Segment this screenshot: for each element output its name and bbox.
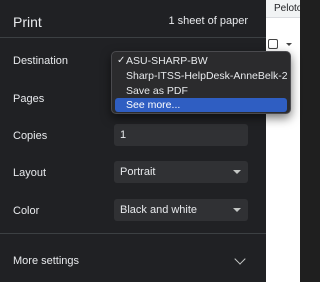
layout-select[interactable]: Portrait — [114, 161, 248, 183]
destination-label: Destination — [13, 55, 69, 67]
print-title: Print — [13, 14, 42, 30]
sheet-count: 1 sheet of paper — [168, 15, 248, 27]
menu-item-sharp-itss-helpdesk[interactable]: Sharp-ITSS-HelpDesk-AnneBelk-216 — [115, 69, 287, 83]
more-settings-toggle[interactable]: More settings — [13, 255, 79, 267]
destination-dropdown-menu: ✓ ASU-SHARP-BW Sharp-ITSS-HelpDesk-AnneB… — [111, 51, 291, 114]
chevron-down-icon — [233, 208, 241, 212]
menu-item-label: Sharp-ITSS-HelpDesk-AnneBelk-216 — [126, 70, 287, 82]
checkmark-icon: ✓ — [117, 55, 126, 66]
copies-input[interactable]: 1 — [114, 124, 248, 146]
menu-item-save-as-pdf[interactable]: Save as PDF — [115, 84, 287, 98]
color-label: Color — [13, 205, 40, 217]
print-settings-panel: Print 1 sheet of paper Destination Pages… — [0, 0, 266, 282]
layout-select-value: Portrait — [120, 166, 156, 178]
color-select-value: Black and white — [120, 204, 198, 216]
copies-label: Copies — [13, 130, 48, 142]
preview-tab: Peloto — [266, 0, 300, 18]
chevron-down-icon[interactable] — [286, 43, 292, 46]
color-select[interactable]: Black and white — [114, 199, 248, 221]
menu-item-label: See more... — [126, 99, 181, 111]
divider — [0, 233, 266, 234]
layout-label: Layout — [13, 167, 47, 179]
menu-item-asu-sharp-bw[interactable]: ✓ ASU-SHARP-BW — [115, 54, 287, 68]
chevron-down-icon[interactable] — [234, 253, 246, 265]
divider — [0, 37, 266, 38]
menu-item-label: ASU-SHARP-BW — [126, 55, 208, 67]
chevron-down-icon — [233, 170, 241, 174]
menu-item-label: Save as PDF — [126, 85, 188, 97]
pages-label: Pages — [13, 93, 45, 105]
menu-item-see-more[interactable]: See more... — [115, 98, 287, 112]
copy-icon[interactable] — [268, 39, 278, 49]
